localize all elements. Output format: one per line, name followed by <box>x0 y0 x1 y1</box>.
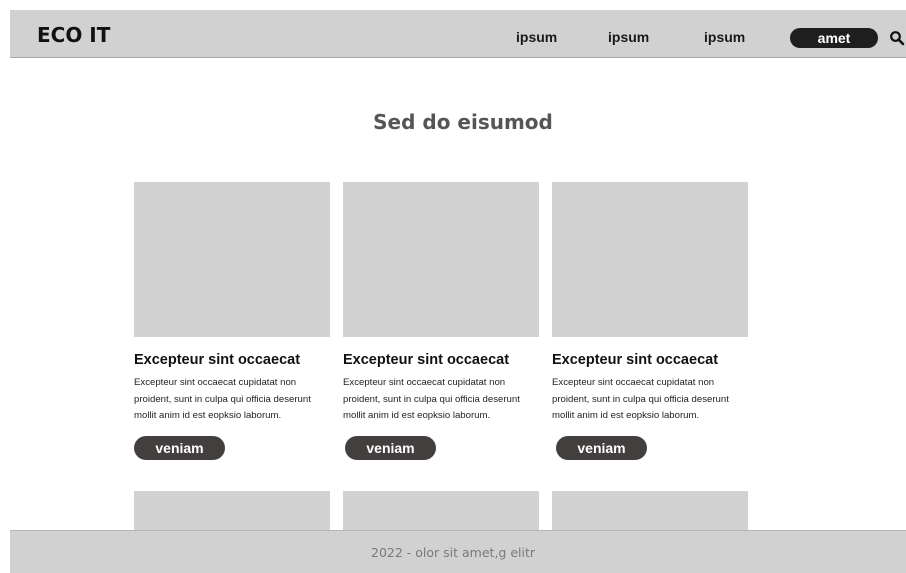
card-image-placeholder <box>134 491 330 531</box>
card-image-placeholder <box>552 491 748 531</box>
top-navbar: ECO IT ipsum ipsum ipsum amet <box>10 10 906 58</box>
card: Excepteur sint occaecat Excepteur sint o… <box>134 182 330 460</box>
card-description: Excepteur sint occaecat cupidatat non pr… <box>343 377 520 421</box>
card-image-placeholder <box>343 182 539 337</box>
section-title: Sed do eisumod <box>373 110 553 134</box>
card-image-placeholder <box>134 182 330 337</box>
veniam-button[interactable]: veniam <box>556 435 647 460</box>
card-description: Excepteur sint occaecat cupidatat non pr… <box>552 377 729 421</box>
search-icon[interactable] <box>889 30 905 46</box>
nav-link-3[interactable]: ipsum <box>704 29 745 45</box>
card-image-placeholder <box>343 491 539 531</box>
veniam-button[interactable]: veniam <box>134 435 225 460</box>
card-description: Excepteur sint occaecat cupidatat non pr… <box>134 377 311 421</box>
nav-link-1[interactable]: ipsum <box>516 29 557 45</box>
site-logo[interactable]: ECO IT <box>37 23 110 47</box>
card-title: Excepteur sint occaecat <box>343 352 510 368</box>
footer-copyright: 2022 - olor sit amet,g elitr <box>371 545 535 560</box>
card: Excepteur sint occaecat Excepteur sint o… <box>552 182 748 460</box>
nav-link-2[interactable]: ipsum <box>608 29 649 45</box>
card-image-placeholder <box>552 182 748 337</box>
page-footer: 2022 - olor sit amet,g elitr <box>10 530 906 573</box>
card-title: Excepteur sint occaecat <box>552 352 719 368</box>
card: Excepteur sint occaecat Excepteur sint o… <box>343 182 539 460</box>
amet-button[interactable]: amet <box>790 28 878 48</box>
card-title: Excepteur sint occaecat <box>134 352 301 368</box>
page-frame: ECO IT ipsum ipsum ipsum amet Sed do eis… <box>10 10 906 573</box>
veniam-button[interactable]: veniam <box>345 435 436 460</box>
